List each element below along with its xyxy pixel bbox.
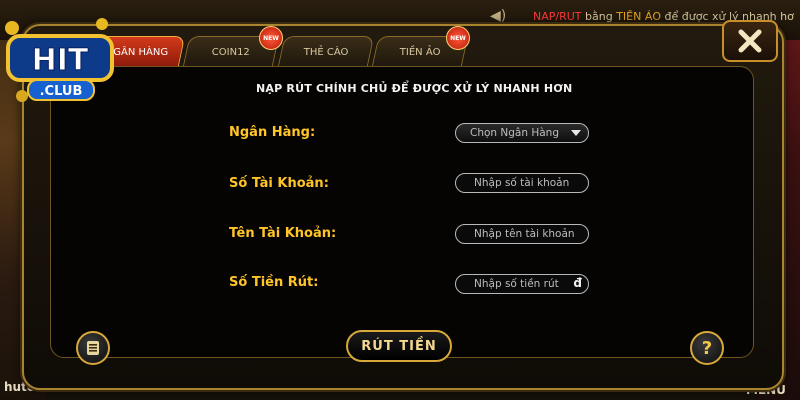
- bank-label: Ngân Hàng:: [229, 125, 316, 140]
- account-number-placeholder: Nhập số tài khoản: [474, 177, 570, 189]
- svg-text:.CLUB: .CLUB: [40, 84, 83, 99]
- help-button[interactable]: ?: [690, 331, 724, 365]
- withdraw-button[interactable]: RÚT TIỀN: [346, 330, 452, 362]
- account-name-label: Tên Tài Khoản:: [229, 226, 337, 241]
- currency-symbol: đ: [573, 276, 582, 290]
- tab-coin12-label: COIN12: [211, 46, 250, 58]
- close-button[interactable]: [722, 20, 778, 62]
- tab-virtual-money-label: TIỀN ẢO: [399, 46, 441, 58]
- list-icon: [87, 341, 99, 355]
- account-name-input[interactable]: Nhập tên tài khoản: [455, 224, 589, 244]
- chevron-down-icon: [571, 130, 581, 136]
- hit-club-logo: HIT .CLUB: [2, 14, 122, 106]
- account-number-input[interactable]: Nhập số tài khoản: [455, 173, 589, 193]
- bank-select[interactable]: Chọn Ngân Hàng: [455, 123, 589, 143]
- tab-card[interactable]: THẺ CÀO: [277, 36, 375, 67]
- new-badge: NEW: [259, 26, 283, 50]
- bank-select-value: Chọn Ngân Hàng: [470, 127, 559, 139]
- svg-text:HIT: HIT: [32, 43, 89, 78]
- close-icon: [738, 29, 762, 53]
- history-button[interactable]: [76, 331, 110, 365]
- question-icon: ?: [701, 337, 713, 359]
- tab-card-label: THẺ CÀO: [303, 46, 349, 58]
- new-badge: NEW: [446, 26, 470, 50]
- speaker-icon: ◀): [490, 8, 507, 24]
- form-area: [50, 66, 754, 358]
- account-number-label: Số Tài Khoản:: [229, 176, 329, 191]
- account-name-placeholder: Nhập tên tài khoản: [474, 228, 575, 240]
- notice-text: NẠP RÚT CHÍNH CHỦ ĐỂ ĐƯỢC XỬ LÝ NHANH HƠ…: [256, 82, 573, 95]
- amount-placeholder: Nhập số tiền rút: [474, 278, 559, 290]
- amount-input[interactable]: Nhập số tiền rút đ: [455, 274, 589, 294]
- amount-label: Số Tiền Rút:: [229, 275, 319, 290]
